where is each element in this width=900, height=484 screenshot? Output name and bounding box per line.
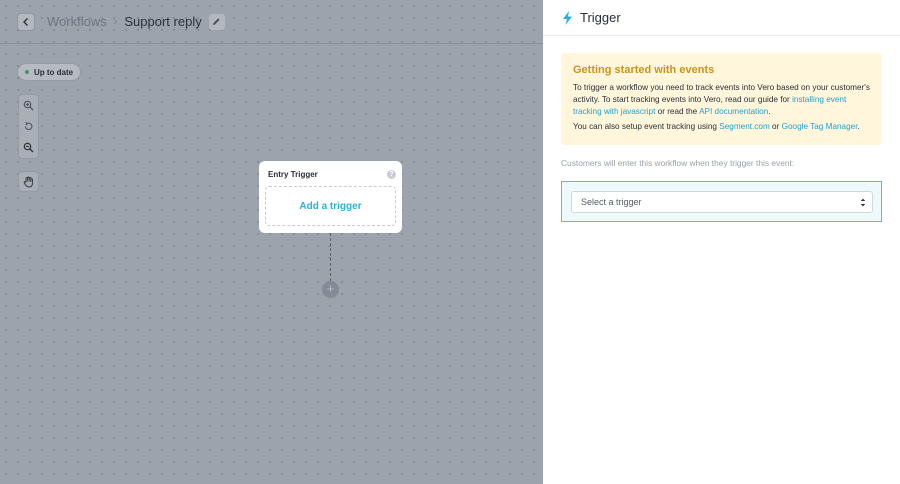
callout-paragraph-1: To trigger a workflow you need to track … xyxy=(573,82,870,118)
trigger-select[interactable]: Select a trigger xyxy=(571,191,873,213)
lightning-icon xyxy=(563,10,572,25)
api-documentation-link[interactable]: API documentation xyxy=(699,107,768,116)
workflow-canvas[interactable]: Workflows › Support reply Up to date Ent… xyxy=(0,0,543,484)
trigger-panel: Trigger Getting started with events To t… xyxy=(543,0,900,484)
status-dot xyxy=(25,70,29,74)
callout-text: . xyxy=(857,122,860,131)
trigger-select-placeholder: Select a trigger xyxy=(581,197,642,207)
callout-text: or read the xyxy=(655,107,700,116)
select-arrows-icon xyxy=(860,198,866,207)
hand-tool-button[interactable] xyxy=(18,171,39,192)
zoom-controls xyxy=(18,94,39,159)
entry-trigger-title: Entry Trigger xyxy=(268,170,318,179)
breadcrumb-separator: › xyxy=(113,15,118,28)
callout-text: You can also setup event tracking using xyxy=(573,122,720,131)
segment-link[interactable]: Segment.com xyxy=(719,122,770,131)
google-tag-manager-link[interactable]: Google Tag Manager xyxy=(782,122,858,131)
getting-started-callout: Getting started with events To trigger a… xyxy=(561,53,882,145)
trigger-select-container: Select a trigger xyxy=(561,181,882,222)
add-trigger-button[interactable]: Add a trigger xyxy=(265,186,396,226)
edit-title-button[interactable] xyxy=(208,13,225,30)
callout-text: . xyxy=(768,107,771,116)
reset-icon[interactable] xyxy=(21,119,37,135)
entry-trigger-node[interactable]: Entry Trigger ? Add a trigger xyxy=(259,161,402,233)
callout-heading: Getting started with events xyxy=(573,64,715,76)
callout-text: or xyxy=(769,122,782,131)
pencil-icon xyxy=(213,18,220,25)
back-button[interactable] xyxy=(17,12,35,31)
callout-paragraph-2: You can also setup event tracking using … xyxy=(573,121,870,133)
zoom-in-icon[interactable] xyxy=(21,98,37,114)
help-icon[interactable]: ? xyxy=(387,170,396,179)
panel-title: Trigger xyxy=(580,10,621,25)
chevron-left-icon xyxy=(23,17,28,26)
status-badge: Up to date xyxy=(17,63,82,81)
add-step-button[interactable]: + xyxy=(322,281,339,298)
trigger-instruction-label: Customers will enter this workflow when … xyxy=(561,158,795,168)
zoom-out-icon[interactable] xyxy=(21,140,37,156)
hand-icon xyxy=(23,176,33,187)
top-bar: Workflows › Support reply xyxy=(0,0,543,44)
panel-header: Trigger xyxy=(543,0,900,36)
workflow-title: Support reply xyxy=(124,14,202,29)
breadcrumb-workflows-link[interactable]: Workflows xyxy=(47,14,107,29)
connector-line xyxy=(330,233,331,281)
status-label: Up to date xyxy=(34,67,74,77)
